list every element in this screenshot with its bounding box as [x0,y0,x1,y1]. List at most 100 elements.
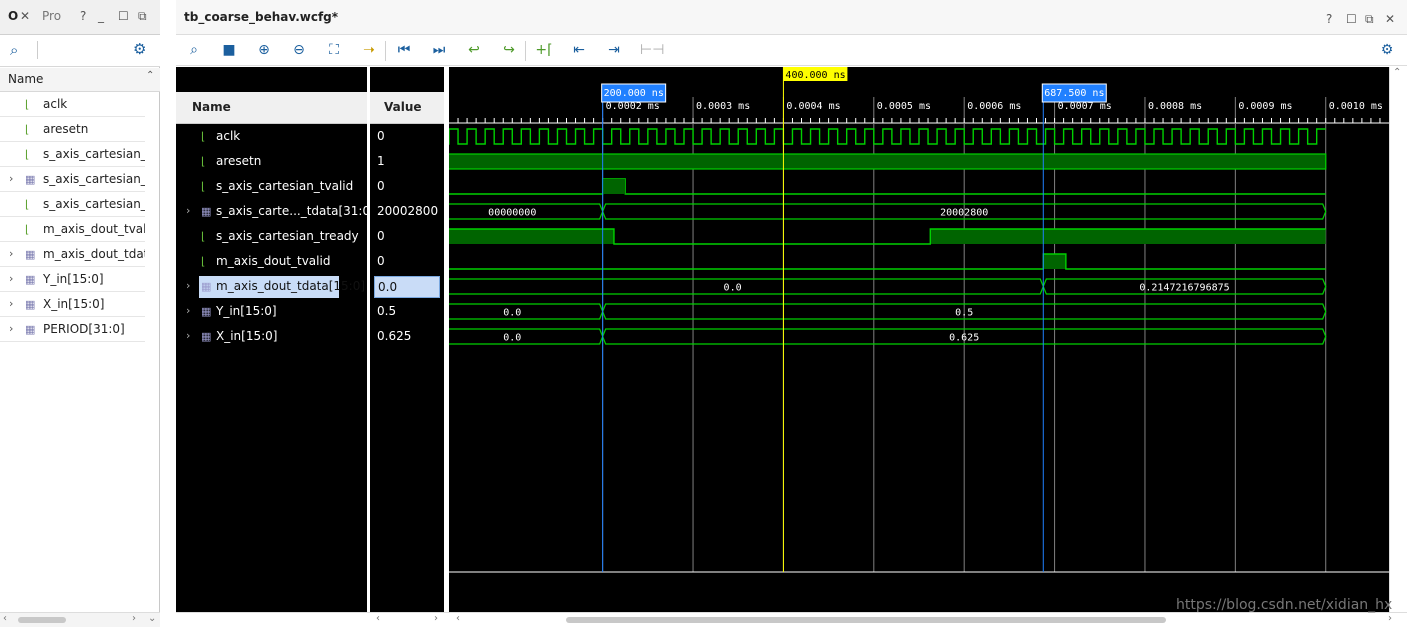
tdata-bus-before-label: 00000000 [488,208,536,219]
object-row[interactable]: ⌊ m_axis_dout_tvalid [0,217,145,242]
search-icon[interactable]: ⌕ [185,41,203,59]
scroll-left-icon[interactable]: ‹ [3,613,7,624]
signal-name-row[interactable]: › ▦ m_axis_dout_tdata[15:0] [176,274,367,299]
object-row[interactable]: › ▦ X_in[15:0] [0,292,145,317]
scroll-thumb[interactable] [566,617,1166,623]
zoom-in-icon[interactable]: ⊕ [255,41,273,59]
signal-value-label: 0.0 [374,276,440,298]
signal-value-row[interactable]: 0.0 [370,274,444,299]
object-row[interactable]: › ▦ Y_in[15:0] [0,267,145,292]
signal-name-row[interactable]: › ▦ Y_in[15:0] [176,299,367,324]
object-row[interactable]: ⌊ s_axis_cartesian_ [0,192,145,217]
signal-name-row[interactable]: ⌊ aclk [176,124,367,149]
scroll-down-icon[interactable]: ⌄ [148,613,156,624]
chevron-right-icon[interactable]: › [9,297,13,310]
gear-icon[interactable]: ⚙ [1378,41,1396,59]
chevron-right-icon[interactable]: › [9,172,13,185]
minimize-icon[interactable]: ☐ [1346,12,1357,26]
waveform-vertical-scrollbar[interactable]: ⌃ [1389,67,1407,612]
bit-signal-icon: ⌊ [25,198,30,211]
next-transition-icon[interactable]: ↪ [500,41,518,59]
tick-label: 0.0006 ms [967,101,1021,112]
search-icon[interactable]: ⌕ [10,41,18,59]
signal-name-row[interactable]: ⌊ s_axis_cartesian_tready [176,224,367,249]
signal-name-row[interactable]: ⌊ s_axis_cartesian_tvalid [176,174,367,199]
scroll-left-icon[interactable]: ‹ [456,613,460,624]
chevron-right-icon[interactable]: › [186,204,190,217]
object-row[interactable]: ⌊ s_axis_cartesian_ [0,142,145,167]
go-to-cursor-icon[interactable]: ➝ [360,41,378,59]
signal-name-row[interactable]: › ▦ X_in[15:0] [176,324,367,349]
signal-name-label: m_axis_dout_tvalid [216,254,331,268]
bit-signal-icon: ⌊ [201,130,206,143]
scroll-right-icon[interactable]: › [132,613,136,624]
x-bus-after-label: 0.625 [949,333,979,344]
chevron-right-icon[interactable]: › [9,322,13,335]
chevron-right-icon[interactable]: › [186,329,190,342]
maximize-icon[interactable]: ☐ [118,9,129,23]
signal-value-label: 0.5 [377,304,397,318]
object-row[interactable]: › ▦ PERIOD[31:0] [0,317,145,342]
tdata-bus-waveform [449,203,1327,220]
aresetn-waveform [449,153,1327,170]
signal-name-label: aclk [216,129,241,143]
scroll-right-icon[interactable]: › [434,613,438,624]
tick-label: 0.0007 ms [1058,101,1112,112]
signal-value-row[interactable]: 0 [370,249,444,274]
bus-signal-icon: ▦ [201,305,212,318]
scroll-up-icon[interactable]: ⌃ [146,70,154,81]
object-row-label: X_in[15:0] [43,297,105,311]
object-row[interactable]: ⌊ aclk [0,92,145,117]
toolbar-divider [525,41,526,61]
objects-panel-tabs: O ✕ Pro ? _ ☐ ⧉ [0,0,160,35]
tab-protocols[interactable]: Pro [42,9,61,23]
signal-name-row[interactable]: ⌊ aresetn [176,149,367,174]
chevron-right-icon[interactable]: › [9,247,13,260]
next-marker-icon[interactable]: ⇥ [605,41,623,59]
object-row[interactable]: ⌊ aresetn [0,117,145,142]
bus-signal-icon: ▦ [201,330,212,343]
signal-value-row[interactable]: 0.5 [370,299,444,324]
signal-value-row[interactable]: 0 [370,124,444,149]
add-marker-icon[interactable]: +⌈ [535,41,553,59]
waveform-canvas[interactable]: 0.0002 ms 0.0003 ms 0.0004 ms 0.0005 ms 0.00… [449,67,1389,612]
signal-name-row[interactable]: › ▦ s_axis_carte..._tdata[31:0] [176,199,375,224]
scroll-thumb[interactable] [18,617,66,623]
go-to-end-icon[interactable]: ⏭ [430,41,448,59]
help-icon[interactable]: ? [80,9,86,23]
objects-horizontal-scrollbar[interactable]: ‹ › ⌄ [0,612,160,627]
bit-signal-icon: ⌊ [201,155,206,168]
minimize-icon[interactable]: _ [98,9,104,23]
bus-signal-icon: ▦ [201,280,212,293]
scroll-right-icon[interactable]: › [1388,613,1392,624]
gear-icon[interactable]: ⚙ [133,40,146,58]
chevron-right-icon[interactable]: › [9,272,13,285]
signal-value-row[interactable]: 0.625 [370,324,444,349]
object-row[interactable]: › ▦ m_axis_dout_tdata [0,242,145,267]
go-to-start-icon[interactable]: ⏮ [395,41,413,59]
signal-value-row[interactable]: 0 [370,174,444,199]
previous-transition-icon[interactable]: ↩ [465,41,483,59]
tab-objects[interactable]: O [8,9,18,23]
zoom-out-icon[interactable]: ⊖ [290,41,308,59]
object-row[interactable]: › ▦ s_axis_cartesian_ [0,167,145,192]
waveform-horizontal-scrollbar[interactable]: ‹ › ‹ › [176,612,1407,627]
float-icon[interactable]: ⧉ [138,9,147,24]
signal-value-label: 0 [377,129,385,143]
scroll-up-icon[interactable]: ⌃ [1393,67,1401,78]
signal-value-row[interactable]: 20002800 [370,199,444,224]
scroll-left-icon[interactable]: ‹ [376,613,380,624]
chevron-right-icon[interactable]: › [186,304,190,317]
zoom-fit-icon[interactable]: ⛶ [325,41,343,59]
previous-marker-icon[interactable]: ⇤ [570,41,588,59]
help-icon[interactable]: ? [1326,12,1332,26]
swap-cursors-icon: ⊢⊣ [640,42,665,58]
float-icon[interactable]: ⧉ [1365,12,1374,27]
close-icon[interactable]: ✕ [20,9,30,23]
signal-value-row[interactable]: 1 [370,149,444,174]
close-icon[interactable]: ✕ [1385,12,1395,26]
save-icon[interactable]: ■ [220,41,238,59]
signal-name-row[interactable]: ⌊ m_axis_dout_tvalid [176,249,367,274]
signal-value-row[interactable]: 0 [370,224,444,249]
chevron-right-icon[interactable]: › [186,279,190,292]
